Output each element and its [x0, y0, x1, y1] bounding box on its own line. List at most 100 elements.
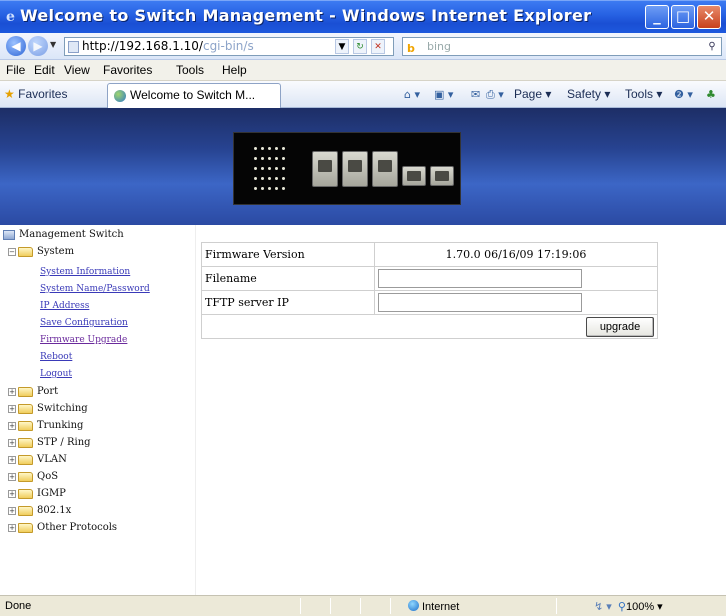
link-ip-address[interactable]: IP Address [40, 301, 89, 311]
maximize-button[interactable]: □ [671, 5, 695, 29]
link-reboot[interactable]: Reboot [40, 352, 72, 362]
safety-menu[interactable]: Safety ▾ [567, 87, 610, 101]
upgrade-button[interactable]: upgrade [586, 316, 654, 337]
favorites-button[interactable]: ★ Favorites [4, 87, 67, 101]
folder-igmp[interactable]: + IGMP [8, 488, 66, 499]
menu-view[interactable]: View [64, 63, 90, 77]
refresh-icon[interactable]: ↻ [353, 39, 367, 54]
expand-icon[interactable]: + [8, 455, 16, 464]
status-divider [556, 598, 557, 614]
folder-port[interactable]: + Port [8, 386, 58, 397]
folder-icon [18, 386, 33, 397]
browser-tab[interactable]: Welcome to Switch M... [107, 83, 281, 108]
folder-icon [18, 471, 33, 482]
led-panel [254, 145, 294, 195]
folder-trunking[interactable]: + Trunking [8, 420, 83, 431]
folder-stp-ring[interactable]: + STP / Ring [8, 437, 91, 448]
home-icon[interactable]: ⌂ ▾ [404, 88, 420, 101]
status-bar: Done Internet ↯ ▾ ⚲100% ▾ [0, 595, 726, 616]
print-icon[interactable]: ⎙ ▾ [486, 88, 504, 102]
expand-icon[interactable]: + [8, 421, 16, 430]
search-icon[interactable]: ⚲ [705, 39, 719, 54]
read-mail-icon[interactable]: ✉ [471, 88, 480, 101]
folder-8021x[interactable]: +802.1x [8, 505, 71, 516]
search-input[interactable]: b bing ⚲ [402, 37, 722, 56]
expand-icon[interactable]: + [8, 472, 16, 481]
tab-title: Welcome to Switch M... [130, 88, 256, 102]
feeds-icon[interactable]: ▣ ▾ [434, 88, 453, 101]
page-menu[interactable]: Page ▾ [514, 87, 551, 101]
expand-icon[interactable]: + [8, 387, 16, 396]
tftp-server-ip-input[interactable] [378, 293, 582, 312]
favorites-label: Favorites [18, 87, 68, 101]
expand-icon[interactable]: + [8, 489, 16, 498]
folder-icon [18, 420, 33, 431]
protected-mode-icon: ↯ ▾ [594, 601, 612, 613]
menu-file[interactable]: File [6, 63, 25, 77]
folder-vlan[interactable]: + VLAN [8, 454, 67, 465]
firmware-version-value: 1.70.0 06/16/09 17:19:06 [374, 242, 658, 267]
zoom-control[interactable]: ↯ ▾ ⚲100% ▾ [594, 600, 663, 613]
link-save-configuration[interactable]: Save Configuration [40, 318, 128, 328]
table-row: upgrade [201, 314, 658, 339]
firmware-version-label: Firmware Version [201, 242, 375, 267]
ie-logo-icon: e [6, 9, 15, 25]
expand-icon[interactable]: + [8, 523, 16, 532]
link-system-information[interactable]: System Information [40, 267, 130, 277]
port-1 [312, 151, 338, 187]
folder-qos[interactable]: + QoS [8, 471, 58, 482]
tree-root-label: Management Switch [19, 229, 124, 240]
minimize-button[interactable]: _ [645, 5, 669, 29]
filename-input[interactable] [378, 269, 582, 288]
folder-open-icon [18, 246, 33, 257]
search-placeholder: bing [427, 40, 451, 53]
research-icon[interactable]: ♣ [706, 88, 716, 101]
back-button[interactable]: ◀ [6, 36, 26, 56]
expand-icon[interactable]: + [8, 404, 16, 413]
expand-icon[interactable]: + [8, 506, 16, 515]
table-row: Firmware Version 1.70.0 06/16/09 17:19:0… [201, 242, 658, 267]
switch-front-panel-image [233, 132, 461, 205]
expand-icon[interactable]: + [8, 438, 16, 447]
header-banner [0, 108, 726, 225]
folder-icon [18, 488, 33, 499]
folder-8021x-label: 802.1x [37, 505, 72, 516]
address-row: ◀ ▶ ▼ http://192.168.1.10/cgi-bin/s ▼ ↻ … [0, 33, 726, 60]
folder-switching[interactable]: + Switching [8, 403, 88, 414]
port-3 [372, 151, 398, 187]
status-text: Done [5, 600, 32, 612]
menu-tools[interactable]: Tools [176, 63, 204, 77]
tools-menu[interactable]: Tools ▾ [625, 87, 662, 101]
stop-icon[interactable]: ✕ [371, 39, 385, 54]
security-zone-label: Internet [422, 601, 460, 613]
folder-system[interactable]: − System [8, 246, 74, 257]
help-icon[interactable]: ❷ ▾ [674, 88, 693, 101]
status-divider [300, 598, 301, 614]
close-button[interactable]: ✕ [697, 5, 721, 29]
tree-root[interactable]: Management Switch [3, 229, 124, 240]
address-dropdown-icon[interactable]: ▼ [335, 39, 349, 54]
tftp-server-ip-label: TFTP server IP [201, 290, 375, 315]
port-5 [430, 166, 454, 186]
link-system-name-password[interactable]: System Name/Password [40, 284, 150, 294]
collapse-icon[interactable]: − [8, 247, 16, 256]
link-firmware-upgrade[interactable]: Firmware Upgrade [40, 335, 127, 345]
folder-other-protocols[interactable]: + Other Protocols [8, 522, 117, 533]
security-zone[interactable]: Internet [408, 600, 459, 613]
filename-label: Filename [201, 266, 375, 291]
window-title: Welcome to Switch Management - Windows I… [20, 6, 592, 25]
bing-icon: b [407, 42, 415, 55]
address-input[interactable]: http://192.168.1.10/cgi-bin/s ▼ ↻ ✕ [64, 37, 394, 56]
menu-bar: File Edit View Favorites Tools Help [0, 60, 726, 81]
menu-favorites[interactable]: Favorites [103, 63, 152, 77]
port-2 [342, 151, 368, 187]
history-dropdown-icon[interactable]: ▼ [50, 40, 56, 49]
link-logout[interactable]: Logout [40, 369, 72, 379]
forward-button[interactable]: ▶ [28, 36, 48, 56]
menu-edit[interactable]: Edit [34, 63, 55, 77]
firmware-upgrade-table: Firmware Version 1.70.0 06/16/09 17:19:0… [201, 242, 658, 339]
sidebar-tree: Management Switch − System System Informa… [0, 225, 196, 595]
zoom-level: 100% [625, 601, 655, 613]
computer-icon [3, 229, 15, 240]
menu-help[interactable]: Help [222, 63, 247, 77]
